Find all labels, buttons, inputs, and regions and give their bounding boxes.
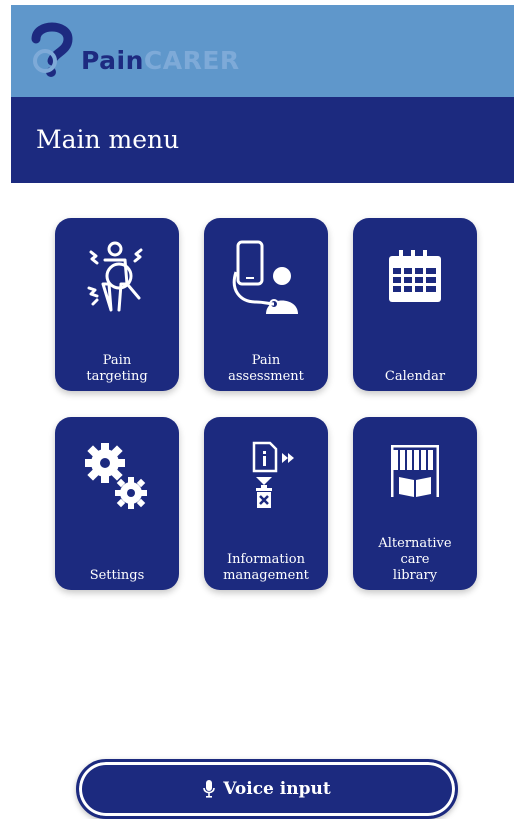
information-management-icon (252, 441, 294, 508)
menu-tile-label: Alternative care library (378, 536, 452, 583)
logo-word-pain: Pain (81, 46, 144, 75)
menu-tile-label: Pain assessment (228, 353, 304, 384)
pain-assessment-icon (232, 240, 298, 314)
voice-input-label: Voice input (223, 779, 331, 799)
app-logo-text: PainCARER (81, 46, 240, 75)
menu-tile-information-management[interactable]: Information management (204, 417, 328, 590)
pain-targeting-icon (87, 241, 143, 312)
library-icon (391, 445, 439, 497)
menu-tile-calendar[interactable]: Calendar (353, 218, 477, 391)
logo-word-carer: CARER (143, 46, 240, 75)
menu-tile-label: Calendar (384, 369, 446, 384)
microphone-icon (203, 780, 216, 798)
calendar-icon (389, 250, 441, 302)
menu-tile-settings[interactable]: Settings (55, 417, 179, 590)
logo-bar: PainCARER (11, 5, 514, 97)
voice-input-button[interactable]: Voice input (76, 759, 458, 819)
menu-tile-label: Settings (89, 568, 145, 583)
page-header: Main menu (11, 97, 514, 183)
menu-tile-label: Information management (223, 552, 309, 583)
menu-tile-pain-assessment[interactable]: Pain assessment (204, 218, 328, 391)
page-title: Main menu (36, 125, 180, 154)
menu-tile-pain-targeting[interactable]: Pain targeting (55, 218, 179, 391)
menu-tile-alternative-care-library[interactable]: Alternative care library (353, 417, 477, 590)
menu-tile-label: Pain targeting (86, 353, 148, 384)
settings-gears-icon (85, 443, 147, 509)
paincarer-logo-icon (31, 22, 73, 77)
